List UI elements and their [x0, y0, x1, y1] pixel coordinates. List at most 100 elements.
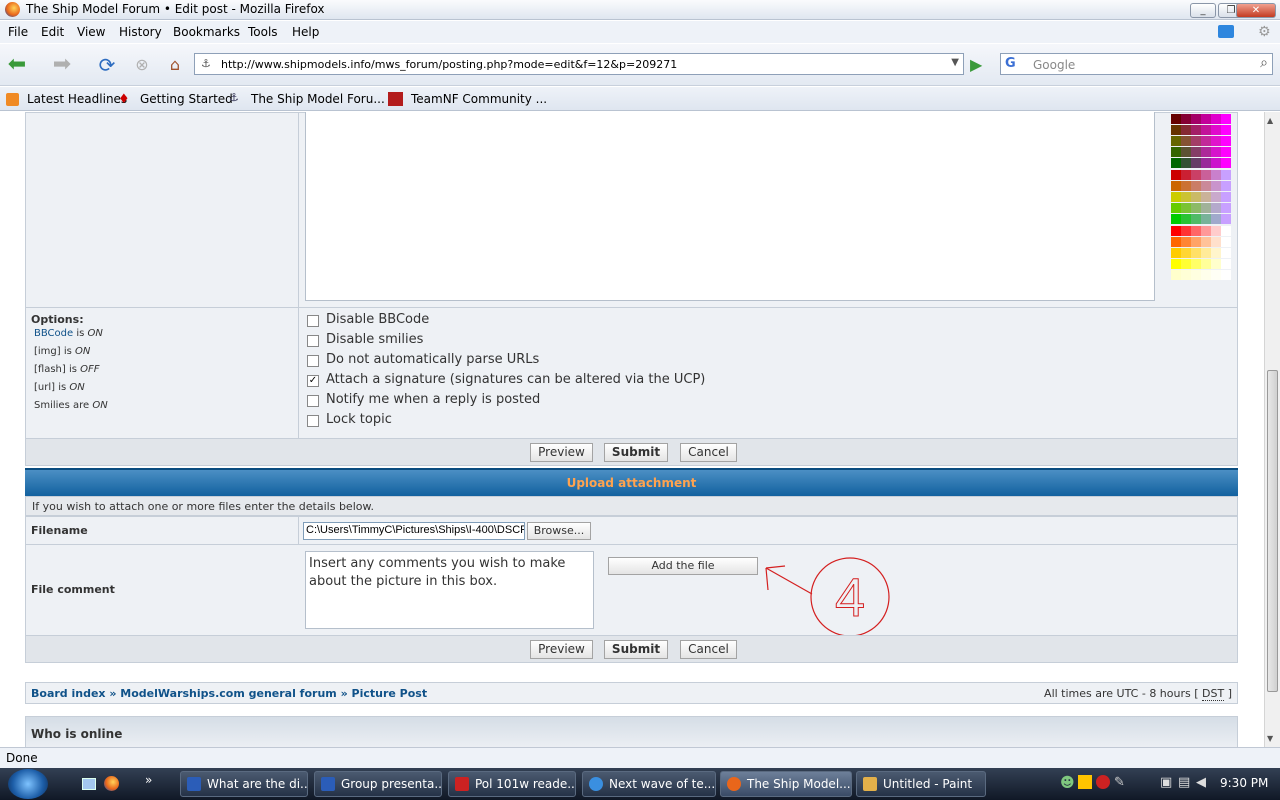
color-swatch[interactable] [1191, 136, 1201, 146]
color-swatch[interactable] [1211, 136, 1221, 146]
search-box[interactable]: G Google ⌕ [1000, 53, 1273, 75]
menu-file[interactable]: File [8, 25, 28, 39]
color-swatch[interactable] [1181, 214, 1191, 224]
color-swatch[interactable] [1221, 181, 1231, 191]
color-swatch[interactable] [1181, 259, 1191, 269]
color-swatch[interactable] [1191, 114, 1201, 124]
option-checkbox[interactable] [307, 335, 319, 347]
dropdown-arrow-icon[interactable]: ▼ [951, 57, 959, 68]
play-icon[interactable] [1218, 25, 1234, 38]
color-swatch[interactable] [1191, 237, 1201, 247]
color-swatch[interactable] [1191, 259, 1201, 269]
color-swatch[interactable] [1211, 237, 1221, 247]
color-palette[interactable] [1171, 112, 1231, 282]
option-checkbox[interactable]: ✓ [307, 375, 319, 387]
bookmark-getting-started[interactable]: Getting Started [140, 92, 233, 106]
color-swatch[interactable] [1171, 203, 1181, 213]
color-swatch[interactable] [1171, 147, 1181, 157]
color-swatch[interactable] [1191, 214, 1201, 224]
color-swatch[interactable] [1201, 214, 1211, 224]
back-icon[interactable]: ⬅ [5, 53, 29, 77]
color-swatch[interactable] [1191, 226, 1201, 236]
scroll-up-icon[interactable]: ▲ [1267, 116, 1273, 125]
color-swatch[interactable] [1181, 170, 1191, 180]
submit-button-bottom[interactable]: Submit [604, 640, 668, 659]
color-swatch[interactable] [1211, 226, 1221, 236]
color-swatch[interactable] [1201, 136, 1211, 146]
color-swatch[interactable] [1221, 214, 1231, 224]
color-swatch[interactable] [1181, 125, 1191, 135]
tray-volume-icon[interactable]: ◀ [1196, 775, 1206, 790]
color-swatch[interactable] [1221, 237, 1231, 247]
color-swatch[interactable] [1221, 114, 1231, 124]
task-word-doc[interactable]: What are the di... [180, 771, 308, 797]
menu-help[interactable]: Help [292, 25, 319, 39]
clock[interactable]: 9:30 PM [1220, 776, 1268, 790]
color-swatch[interactable] [1191, 170, 1201, 180]
message-textarea[interactable] [305, 112, 1155, 301]
task-firefox[interactable]: The Ship Model... [720, 771, 852, 797]
menu-history[interactable]: History [119, 25, 162, 39]
color-swatch[interactable] [1171, 237, 1181, 247]
start-button[interactable] [8, 769, 48, 799]
color-swatch[interactable] [1211, 203, 1221, 213]
stop-icon[interactable]: ⊗ [130, 53, 154, 77]
color-swatch[interactable] [1211, 181, 1221, 191]
color-swatch[interactable] [1211, 192, 1221, 202]
color-swatch[interactable] [1171, 181, 1181, 191]
bookmark-latest-headlines[interactable]: Latest Headlines [27, 92, 127, 106]
url-bar[interactable]: ⚓ http://www.shipmodels.info/mws_forum/p… [194, 53, 964, 75]
color-swatch[interactable] [1221, 203, 1231, 213]
option-checkbox-label[interactable]: Disable BBCode [326, 312, 429, 327]
browse-button[interactable]: Browse... [527, 522, 591, 540]
color-swatch[interactable] [1171, 158, 1181, 168]
color-swatch[interactable] [1211, 270, 1221, 280]
color-swatch[interactable] [1191, 181, 1201, 191]
menu-bookmarks[interactable]: Bookmarks [173, 25, 240, 39]
breadcrumb-board-index[interactable]: Board index [31, 687, 106, 700]
color-swatch[interactable] [1191, 125, 1201, 135]
option-checkbox[interactable] [307, 395, 319, 407]
color-swatch[interactable] [1201, 125, 1211, 135]
color-swatch[interactable] [1221, 158, 1231, 168]
color-swatch[interactable] [1181, 147, 1191, 157]
color-swatch[interactable] [1201, 192, 1211, 202]
color-swatch[interactable] [1191, 248, 1201, 258]
color-swatch[interactable] [1191, 270, 1201, 280]
color-swatch[interactable] [1171, 259, 1181, 269]
color-swatch[interactable] [1201, 248, 1211, 258]
color-swatch[interactable] [1221, 259, 1231, 269]
color-swatch[interactable] [1181, 203, 1191, 213]
firefox-quicklaunch-icon[interactable] [104, 776, 119, 791]
color-swatch[interactable] [1221, 147, 1231, 157]
color-swatch[interactable] [1221, 125, 1231, 135]
option-checkbox[interactable] [307, 355, 319, 367]
color-swatch[interactable] [1171, 214, 1181, 224]
color-swatch[interactable] [1211, 125, 1221, 135]
color-swatch[interactable] [1201, 203, 1211, 213]
color-swatch[interactable] [1221, 170, 1231, 180]
option-checkbox[interactable] [307, 415, 319, 427]
color-swatch[interactable] [1181, 114, 1191, 124]
file-comment-textarea[interactable]: Insert any comments you wish to make abo… [305, 551, 594, 629]
color-swatch[interactable] [1181, 158, 1191, 168]
forward-icon[interactable]: ➡ [50, 53, 74, 77]
menu-tools[interactable]: Tools [248, 25, 278, 39]
tray-tool-icon[interactable]: ✎ [1114, 775, 1125, 790]
color-swatch[interactable] [1201, 226, 1211, 236]
color-swatch[interactable] [1201, 181, 1211, 191]
option-checkbox[interactable] [307, 315, 319, 327]
color-swatch[interactable] [1201, 158, 1211, 168]
go-icon[interactable]: ▶ [970, 55, 982, 74]
show-desktop-icon[interactable] [82, 778, 96, 790]
color-swatch[interactable] [1181, 248, 1191, 258]
color-swatch[interactable] [1221, 226, 1231, 236]
option-checkbox-label[interactable]: Disable smilies [326, 332, 423, 347]
option-checkbox-label[interactable]: Lock topic [326, 412, 392, 427]
color-swatch[interactable] [1201, 147, 1211, 157]
color-swatch[interactable] [1181, 270, 1191, 280]
color-swatch[interactable] [1181, 226, 1191, 236]
color-swatch[interactable] [1211, 114, 1221, 124]
color-swatch[interactable] [1211, 170, 1221, 180]
color-swatch[interactable] [1211, 158, 1221, 168]
